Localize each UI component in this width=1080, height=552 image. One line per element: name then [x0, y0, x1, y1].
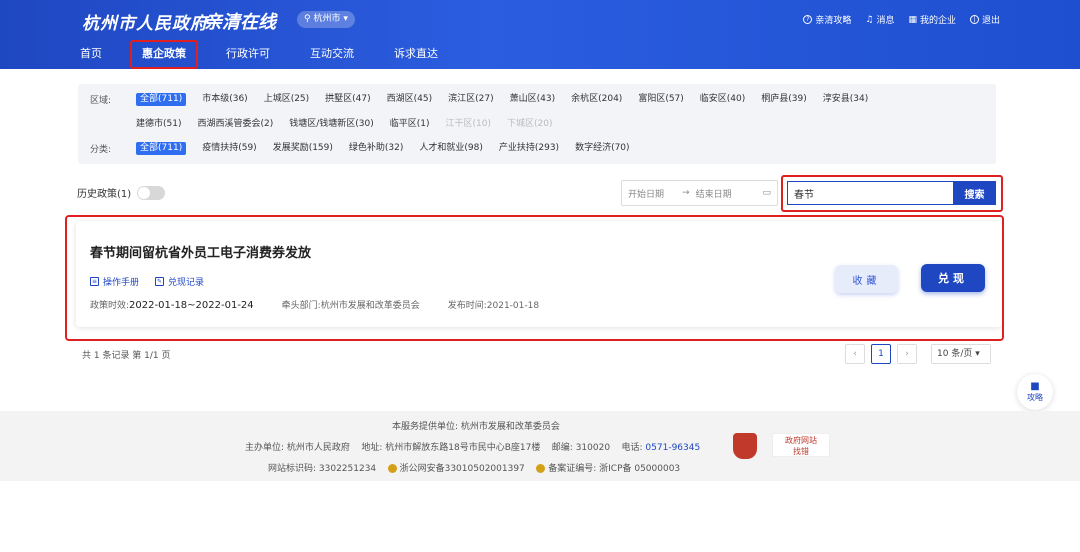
question-circle-icon: ?: [803, 15, 813, 24]
gov-site-error-badge[interactable]: 政府网站 找错: [772, 433, 830, 457]
pagination-summary: 共 1 条记录 第 1/1 页: [82, 351, 171, 361]
footer-contact: 主办单位: 杭州市人民政府 地址: 杭州市解放东路18号市民中心B座17楼 邮编…: [245, 440, 700, 453]
nav-appeal[interactable]: 诉求直达: [394, 45, 438, 70]
next-page-button[interactable]: ›: [897, 344, 917, 364]
region-chip[interactable]: 拱墅区(47): [325, 93, 370, 106]
filter-panel: 区域: 全部(711) 市本级(36) 上城区(25) 拱墅区(47) 西湖区(…: [78, 84, 996, 164]
footer-postcode: 邮编: 310020: [551, 443, 611, 453]
region-chip[interactable]: 全部(711): [136, 93, 187, 106]
chevron-down-icon: ▾: [343, 14, 348, 24]
location-pin-icon: ⚲: [304, 14, 311, 24]
region-chip-disabled: 下城区(20): [506, 119, 553, 129]
region-chip[interactable]: 淳安县(34): [823, 93, 868, 106]
bell-icon: ♫: [865, 14, 874, 25]
guide-float-label: 攻略: [1027, 393, 1043, 402]
region-chip[interactable]: 临安区(40): [700, 93, 745, 106]
guide-float-button[interactable]: ■ 攻略: [1017, 374, 1053, 410]
region-label: 区域:: [90, 96, 112, 106]
footer-phone-label: 电话:: [621, 443, 643, 453]
footer-address: 地址: 杭州市解放东路18号市民中心B座17楼: [361, 443, 541, 453]
gov-emblem-icon[interactable]: [733, 433, 757, 459]
region-chip[interactable]: 西湖西溪管委会(2): [197, 118, 273, 131]
region-chip[interactable]: 西湖区(45): [387, 93, 432, 106]
calendar-icon: ▭: [762, 188, 771, 198]
start-date-field[interactable]: 开始日期: [628, 187, 664, 200]
prev-page-button[interactable]: ‹: [845, 344, 865, 364]
icp-badge-icon: [536, 464, 546, 473]
city-label: 杭州市: [313, 14, 341, 24]
footer-registration: 网站标识码: 3302251234 浙公网安备33010502001397 备案…: [268, 461, 680, 474]
footer-icp[interactable]: 备案证编号: 浙ICP备 05000003: [548, 464, 680, 474]
top-links: ? 亲清攻略 ♫ 消息 ▦ 我的企业 | 退出: [803, 13, 1000, 26]
arrow-right-icon: →: [682, 188, 690, 198]
power-icon: |: [969, 15, 979, 24]
top-link-label: 退出: [981, 16, 1000, 26]
nav-home[interactable]: 首页: [80, 45, 102, 70]
category-row: 分类: 全部(711) 疫情扶持(59) 发展奖励(159) 绿色补助(32) …: [90, 142, 646, 155]
region-chip[interactable]: 滨江区(27): [448, 93, 493, 106]
slogan: 亲清在线: [204, 12, 276, 33]
history-toggle[interactable]: [137, 185, 166, 200]
top-link-messages[interactable]: ♫ 消息: [865, 13, 895, 27]
brand-logo[interactable]: 杭州市人民政府: [82, 9, 208, 34]
region-chip[interactable]: 临平区(1): [390, 118, 430, 131]
category-chip[interactable]: 疫情扶持(59): [202, 142, 256, 155]
region-row-2: 建德市(51) 西湖西溪管委会(2) 钱塘区/钱塘新区(30) 临平区(1) 江…: [136, 118, 568, 131]
category-chip[interactable]: 产业扶持(293): [499, 142, 559, 155]
top-link-label: 我的企业: [919, 16, 956, 26]
top-link-guide[interactable]: ? 亲清攻略: [803, 13, 851, 26]
category-chip[interactable]: 绿色补助(32): [349, 142, 403, 155]
category-chip[interactable]: 全部(711): [136, 142, 187, 155]
footer-site-id: 网站标识码: 3302251234: [268, 464, 377, 474]
nav-interaction[interactable]: 互动交流: [310, 45, 354, 70]
category-chip[interactable]: 发展奖励(159): [273, 142, 333, 155]
category-chip[interactable]: 人才和就业(98): [419, 142, 482, 155]
city-selector[interactable]: ⚲ 杭州市 ▾: [297, 11, 355, 28]
footer-phone: 0571-96345: [645, 443, 701, 453]
date-range-picker[interactable]: 开始日期 → 结束日期 ▭: [621, 180, 778, 206]
pagination: ‹ 1 › 10 条/页 ▾: [845, 344, 991, 364]
top-link-label: 消息: [876, 16, 895, 26]
top-link-logout[interactable]: | 退出: [969, 13, 1000, 26]
highlight-box-nav: [130, 40, 198, 69]
page-button-current[interactable]: 1: [871, 344, 891, 364]
footer-host: 主办单位: 杭州市人民政府: [245, 443, 350, 453]
video-camera-icon: ■: [1030, 381, 1040, 392]
region-chip[interactable]: 富阳区(57): [638, 93, 683, 106]
footer: 本服务提供单位: 杭州市发展和改革委员会 主办单位: 杭州市人民政府 地址: 杭…: [0, 411, 1080, 481]
region-row: 区域: 全部(711) 市本级(36) 上城区(25) 拱墅区(47) 西湖区(…: [90, 93, 884, 106]
nav-license[interactable]: 行政许可: [226, 45, 270, 70]
region-chip[interactable]: 余杭区(204): [571, 93, 622, 106]
highlight-box-card: [65, 215, 1004, 341]
page-size-label: 10 条/页: [937, 349, 973, 359]
building-icon: ▦: [908, 14, 917, 25]
history-policy: 历史政策(1): [77, 185, 166, 200]
category-chip[interactable]: 数字经济(70): [575, 142, 629, 155]
top-link-label: 亲清攻略: [815, 16, 852, 26]
region-chip[interactable]: 市本级(36): [202, 93, 247, 106]
footer-provider: 本服务提供单位: 杭州市发展和改革委员会: [392, 422, 560, 432]
history-label: 历史政策(1): [77, 189, 132, 200]
top-link-my-company[interactable]: ▦ 我的企业: [908, 13, 956, 27]
page-size-select[interactable]: 10 条/页 ▾: [931, 344, 991, 364]
footer-police[interactable]: 浙公网安备33010502001397: [400, 464, 525, 474]
chevron-down-icon: ▾: [975, 349, 980, 359]
category-label: 分类:: [90, 145, 112, 155]
region-chip-disabled: 江干区(10): [445, 119, 491, 129]
highlight-box-search: [781, 175, 1003, 212]
end-date-field[interactable]: 结束日期: [696, 187, 732, 200]
badge-err-line1: 政府网站: [785, 436, 817, 445]
badge-err-line2: 找错: [793, 447, 809, 456]
region-chip[interactable]: 上城区(25): [264, 93, 309, 106]
police-badge-icon: [387, 464, 397, 473]
region-chip[interactable]: 萧山区(43): [510, 93, 555, 106]
region-chip[interactable]: 建德市(51): [136, 118, 181, 131]
region-chip[interactable]: 桐庐县(39): [761, 93, 806, 106]
region-chip[interactable]: 钱塘区/钱塘新区(30): [289, 118, 374, 131]
